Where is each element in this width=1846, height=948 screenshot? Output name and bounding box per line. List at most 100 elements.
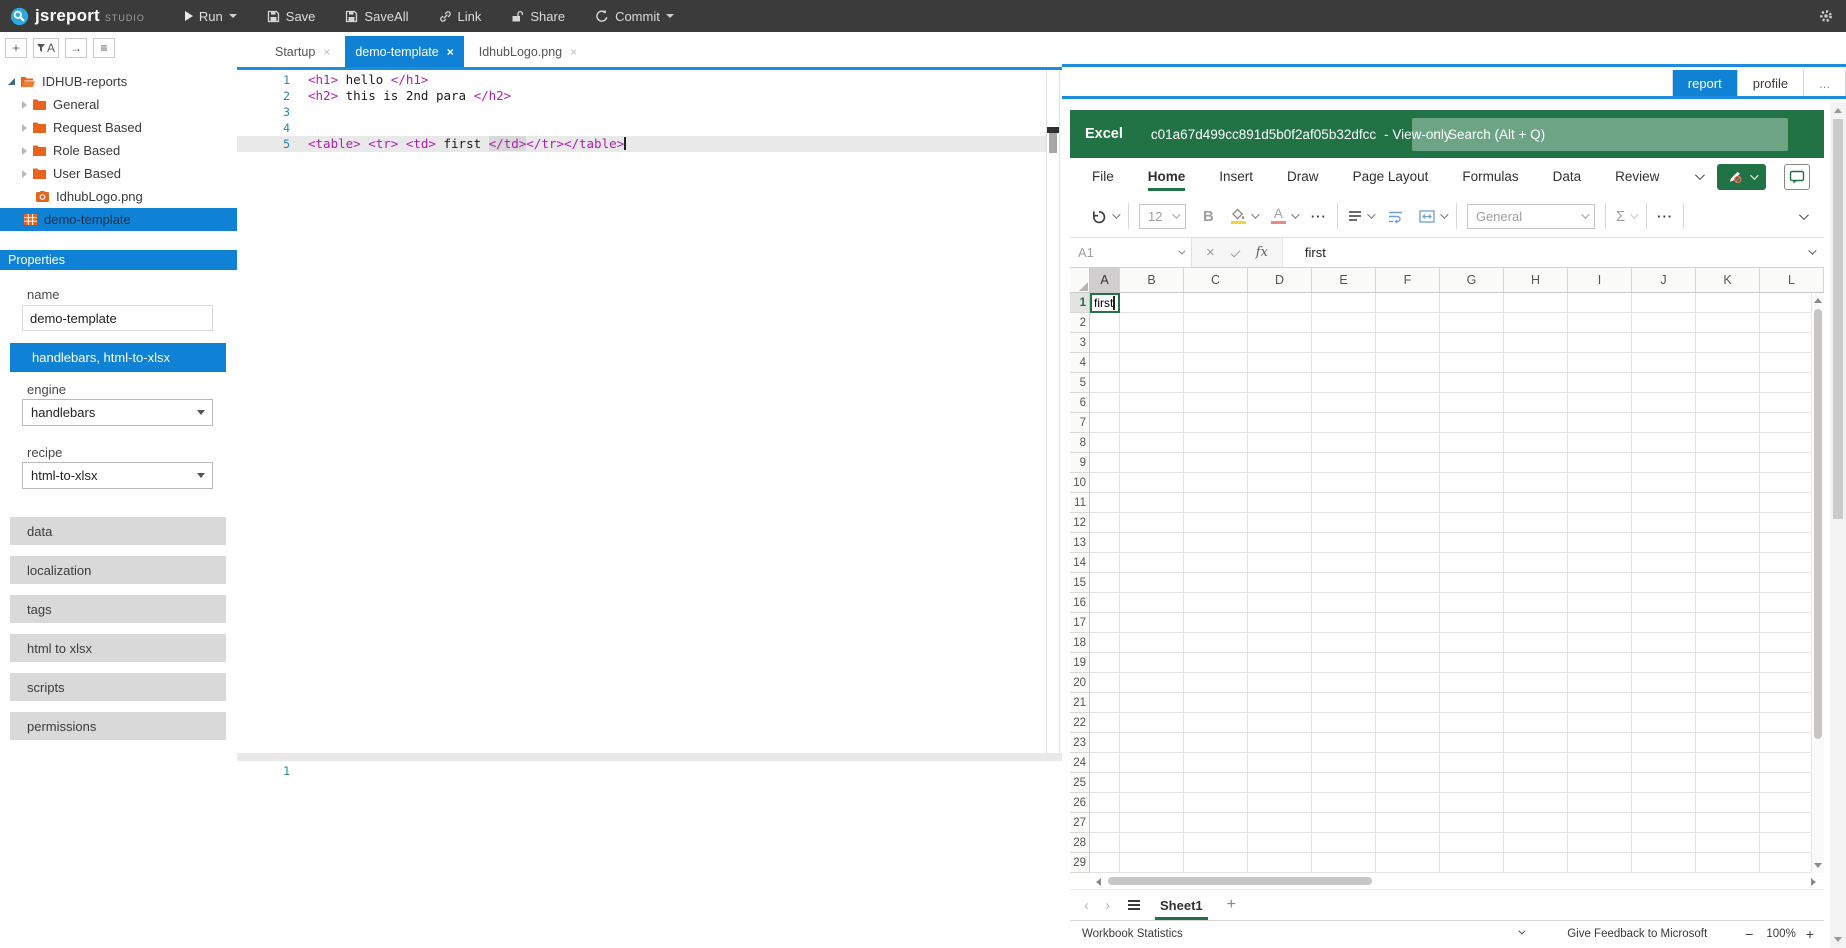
cell-e9[interactable] [1312, 453, 1376, 473]
cell-f7[interactable] [1376, 413, 1440, 433]
section-tags[interactable]: tags [10, 595, 226, 623]
cell-d24[interactable] [1248, 753, 1312, 773]
status-chevron-icon[interactable] [1518, 928, 1525, 935]
cell-c19[interactable] [1184, 653, 1248, 673]
cell-a27[interactable] [1090, 813, 1120, 833]
cell-j28[interactable] [1632, 833, 1696, 853]
cell-g14[interactable] [1440, 553, 1504, 573]
cell-b12[interactable] [1120, 513, 1184, 533]
cell-h13[interactable] [1504, 533, 1568, 553]
ribbon-tab-data[interactable]: Data [1553, 158, 1582, 195]
formula-input[interactable]: first [1283, 238, 1824, 267]
cell-h5[interactable] [1504, 373, 1568, 393]
row-header-10[interactable]: 10 [1070, 473, 1090, 493]
scroll-up-icon[interactable] [1814, 298, 1822, 303]
align-button[interactable] [1348, 209, 1373, 223]
ribbon-tab-file[interactable]: File [1092, 158, 1114, 195]
cell-h18[interactable] [1504, 633, 1568, 653]
cell-j14[interactable] [1632, 553, 1696, 573]
undo-button[interactable] [1090, 208, 1118, 225]
cell-c4[interactable] [1184, 353, 1248, 373]
cell-a29[interactable] [1090, 853, 1120, 873]
cell-b3[interactable] [1120, 333, 1184, 353]
cell-i11[interactable] [1568, 493, 1632, 513]
cell-a16[interactable] [1090, 593, 1120, 613]
column-header-j[interactable]: J [1632, 268, 1696, 293]
cell-e6[interactable] [1312, 393, 1376, 413]
cell-f4[interactable] [1376, 353, 1440, 373]
code-line-3[interactable]: 3 [237, 104, 1046, 120]
column-header-e[interactable]: E [1312, 268, 1376, 293]
workbook-statistics[interactable]: Workbook Statistics [1082, 928, 1183, 940]
cell-c23[interactable] [1184, 733, 1248, 753]
cell-d17[interactable] [1248, 613, 1312, 633]
cell-g3[interactable] [1440, 333, 1504, 353]
filter-button[interactable]: A [33, 38, 59, 58]
cell-h24[interactable] [1504, 753, 1568, 773]
cell-j13[interactable] [1632, 533, 1696, 553]
name-box[interactable]: A1 [1070, 238, 1192, 267]
cell-h2[interactable] [1504, 313, 1568, 333]
cell-d9[interactable] [1248, 453, 1312, 473]
cell-b26[interactable] [1120, 793, 1184, 813]
editor-scrollbar[interactable] [1046, 70, 1060, 753]
cell-g25[interactable] [1440, 773, 1504, 793]
cell-i9[interactable] [1568, 453, 1632, 473]
tree-item-general[interactable]: General [0, 93, 237, 116]
spreadsheet-grid[interactable]: ABCDEFGHIJKL1first2345678910111213141516… [1070, 268, 1824, 873]
cell-j9[interactable] [1632, 453, 1696, 473]
cell-i10[interactable] [1568, 473, 1632, 493]
cell-c22[interactable] [1184, 713, 1248, 733]
cell-c26[interactable] [1184, 793, 1248, 813]
grid-vertical-scrollbar[interactable] [1811, 293, 1824, 873]
cell-h3[interactable] [1504, 333, 1568, 353]
cell-i26[interactable] [1568, 793, 1632, 813]
cell-d14[interactable] [1248, 553, 1312, 573]
cell-h12[interactable] [1504, 513, 1568, 533]
row-header-11[interactable]: 11 [1070, 493, 1090, 513]
cell-g15[interactable] [1440, 573, 1504, 593]
add-sheet-button[interactable]: + [1227, 896, 1236, 914]
cell-g7[interactable] [1440, 413, 1504, 433]
row-header-5[interactable]: 5 [1070, 373, 1090, 393]
cell-d23[interactable] [1248, 733, 1312, 753]
cell-c27[interactable] [1184, 813, 1248, 833]
cell-h15[interactable] [1504, 573, 1568, 593]
cell-d5[interactable] [1248, 373, 1312, 393]
cell-g24[interactable] [1440, 753, 1504, 773]
cell-d19[interactable] [1248, 653, 1312, 673]
cell-i3[interactable] [1568, 333, 1632, 353]
cell-a11[interactable] [1090, 493, 1120, 513]
cell-f20[interactable] [1376, 673, 1440, 693]
cell-h20[interactable] [1504, 673, 1568, 693]
row-header-6[interactable]: 6 [1070, 393, 1090, 413]
editor-scrollbar-thumb[interactable] [1049, 133, 1057, 153]
cell-h16[interactable] [1504, 593, 1568, 613]
cell-k22[interactable] [1696, 713, 1760, 733]
cell-d28[interactable] [1248, 833, 1312, 853]
cell-j17[interactable] [1632, 613, 1696, 633]
cell-e21[interactable] [1312, 693, 1376, 713]
row-header-12[interactable]: 12 [1070, 513, 1090, 533]
column-header-h[interactable]: H [1504, 268, 1568, 293]
row-header-1[interactable]: 1 [1070, 293, 1090, 313]
cell-c1[interactable] [1184, 293, 1248, 313]
row-header-26[interactable]: 26 [1070, 793, 1090, 813]
cell-j15[interactable] [1632, 573, 1696, 593]
cell-d6[interactable] [1248, 393, 1312, 413]
cell-b23[interactable] [1120, 733, 1184, 753]
cell-i16[interactable] [1568, 593, 1632, 613]
sheet-tab-sheet1[interactable]: Sheet1 [1160, 898, 1203, 913]
cell-b27[interactable] [1120, 813, 1184, 833]
cell-f22[interactable] [1376, 713, 1440, 733]
row-header-13[interactable]: 13 [1070, 533, 1090, 553]
cell-b11[interactable] [1120, 493, 1184, 513]
cell-c25[interactable] [1184, 773, 1248, 793]
section-data[interactable]: data [10, 517, 226, 545]
cell-e29[interactable] [1312, 853, 1376, 873]
cell-c10[interactable] [1184, 473, 1248, 493]
cell-f5[interactable] [1376, 373, 1440, 393]
cell-a26[interactable] [1090, 793, 1120, 813]
ribbon-tab-home[interactable]: Home [1148, 158, 1186, 195]
ribbon-tab-review[interactable]: Review [1615, 158, 1659, 195]
